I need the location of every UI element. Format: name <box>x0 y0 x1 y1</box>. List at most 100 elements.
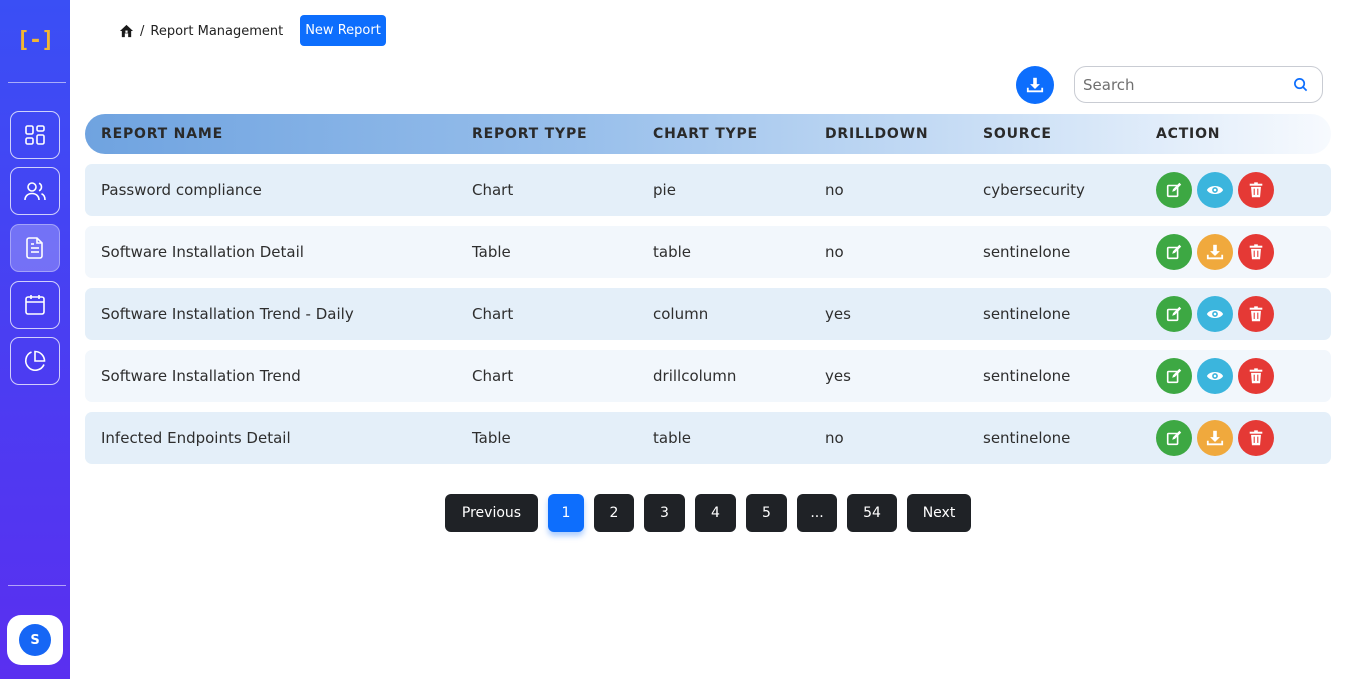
pagination-previous[interactable]: Previous <box>445 494 538 532</box>
pagination-page-5[interactable]: 5 <box>746 494 787 532</box>
download-icon <box>1026 77 1044 93</box>
cell-report-type: Chart <box>472 367 514 385</box>
trash-icon <box>1249 244 1263 260</box>
eye-icon <box>1206 309 1224 319</box>
column-header-source[interactable]: SOURCE <box>983 114 1052 154</box>
eye-icon <box>1206 185 1224 195</box>
cell-chart-type: pie <box>653 181 676 199</box>
table-row: Infected Endpoints Detail Table table no… <box>85 412 1331 464</box>
document-icon <box>26 237 43 259</box>
cell-source: sentinelone <box>983 243 1071 261</box>
table-header: REPORT NAME REPORT TYPE CHART TYPE DRILL… <box>85 114 1331 154</box>
pagination-next[interactable]: Next <box>907 494 971 532</box>
sidebar-item-reports[interactable] <box>10 224 60 272</box>
table-row: Software Installation Detail Table table… <box>85 226 1331 278</box>
trash-icon <box>1249 306 1263 322</box>
download-icon <box>1206 244 1224 260</box>
column-header-chart-type[interactable]: CHART TYPE <box>653 114 758 154</box>
breadcrumb-separator: / <box>140 23 145 39</box>
edit-icon <box>1166 244 1182 260</box>
cell-report-type: Chart <box>472 305 514 323</box>
cell-chart-type: table <box>653 243 691 261</box>
delete-button[interactable] <box>1238 358 1274 394</box>
calendar-icon <box>25 295 45 315</box>
delete-button[interactable] <box>1238 234 1274 270</box>
sidebar-item-dashboard[interactable] <box>10 111 60 159</box>
home-icon[interactable] <box>119 24 134 38</box>
cell-report-type: Chart <box>472 181 514 199</box>
pagination-page-1[interactable]: 1 <box>548 494 584 532</box>
edit-icon <box>1166 182 1182 198</box>
pagination-page-54[interactable]: 54 <box>847 494 897 532</box>
table-row: Software Installation Trend - Daily Char… <box>85 288 1331 340</box>
cell-report-name: Infected Endpoints Detail <box>101 429 291 447</box>
edit-button[interactable] <box>1156 234 1192 270</box>
new-report-button[interactable]: New Report <box>300 15 386 46</box>
edit-button[interactable] <box>1156 296 1192 332</box>
cell-source: cybersecurity <box>983 181 1085 199</box>
cell-report-name: Password compliance <box>101 181 262 199</box>
download-button[interactable] <box>1197 234 1233 270</box>
sidebar-item-calendar[interactable] <box>10 281 60 329</box>
cell-drilldown: no <box>825 243 844 261</box>
search-box <box>1074 66 1323 103</box>
edit-button[interactable] <box>1156 420 1192 456</box>
cell-report-name: Software Installation Trend - Daily <box>101 305 354 323</box>
cell-report-name: Software Installation Detail <box>101 243 304 261</box>
column-header-report-type[interactable]: REPORT TYPE <box>472 114 587 154</box>
cell-chart-type: column <box>653 305 709 323</box>
delete-button[interactable] <box>1238 172 1274 208</box>
cell-report-type: Table <box>472 429 511 447</box>
edit-button[interactable] <box>1156 358 1192 394</box>
cell-chart-type: table <box>653 429 691 447</box>
users-icon <box>24 182 46 201</box>
edit-icon <box>1166 368 1182 384</box>
column-header-drilldown[interactable]: DRILLDOWN <box>825 114 928 154</box>
export-button[interactable] <box>1016 66 1054 104</box>
view-button[interactable] <box>1197 172 1233 208</box>
download-button[interactable] <box>1197 420 1233 456</box>
view-button[interactable] <box>1197 358 1233 394</box>
trash-icon <box>1249 182 1263 198</box>
grid-icon <box>25 125 45 145</box>
trash-icon <box>1249 368 1263 384</box>
edit-icon <box>1166 306 1182 322</box>
cell-drilldown: yes <box>825 305 851 323</box>
delete-button[interactable] <box>1238 420 1274 456</box>
app-logo[interactable]: [-] <box>0 22 70 58</box>
cell-source: sentinelone <box>983 429 1071 447</box>
column-header-action: ACTION <box>1156 126 1221 142</box>
sidebar-item-analytics[interactable] <box>10 337 60 385</box>
pagination-page-2[interactable]: 2 <box>594 494 634 532</box>
cell-drilldown: yes <box>825 367 851 385</box>
cell-source: sentinelone <box>983 305 1071 323</box>
eye-icon <box>1206 371 1224 381</box>
cell-drilldown: no <box>825 181 844 199</box>
avatar[interactable]: S <box>19 624 51 656</box>
column-header-report-name[interactable]: REPORT NAME <box>101 114 223 154</box>
sidebar: [-] S <box>0 0 70 679</box>
cell-report-type: Table <box>472 243 511 261</box>
sidebar-divider-bottom <box>8 585 66 586</box>
view-button[interactable] <box>1197 296 1233 332</box>
cell-source: sentinelone <box>983 367 1071 385</box>
pagination-ellipsis: ... <box>797 494 837 532</box>
edit-button[interactable] <box>1156 172 1192 208</box>
user-menu[interactable]: S <box>7 615 63 665</box>
cell-chart-type: drillcolumn <box>653 367 737 385</box>
delete-button[interactable] <box>1238 296 1274 332</box>
pie-chart-icon <box>25 350 46 371</box>
sidebar-item-users[interactable] <box>10 167 60 215</box>
edit-icon <box>1166 430 1182 446</box>
pagination-page-4[interactable]: 4 <box>695 494 736 532</box>
table-row: Software Installation Trend Chart drillc… <box>85 350 1331 402</box>
search-icon[interactable] <box>1293 77 1308 92</box>
table-row: Password compliance Chart pie no cyberse… <box>85 164 1331 216</box>
breadcrumb: / Report Management <box>119 21 283 41</box>
cell-drilldown: no <box>825 429 844 447</box>
trash-icon <box>1249 430 1263 446</box>
sidebar-divider-top <box>8 82 66 83</box>
pagination-page-3[interactable]: 3 <box>644 494 685 532</box>
search-input[interactable] <box>1083 75 1293 94</box>
logo-text: [-] <box>16 27 55 53</box>
